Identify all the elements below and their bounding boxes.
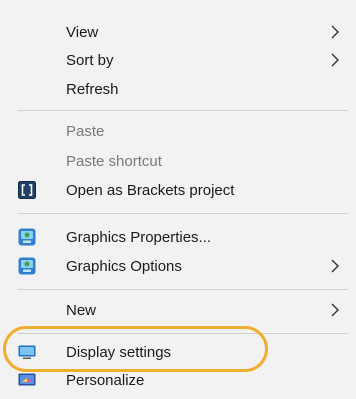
menu-item-label: New — [66, 301, 97, 319]
desktop-context-menu: View Sort by Refresh Paste Paste shortcu… — [0, 0, 356, 399]
menu-item-personalize[interactable]: Personalize — [0, 365, 356, 395]
brackets-icon — [18, 181, 36, 199]
menu-item-label: Personalize — [66, 371, 145, 389]
chevron-right-icon — [331, 259, 339, 273]
menu-item-label: View — [66, 23, 99, 41]
menu-item-paste-shortcut: Paste shortcut — [0, 146, 356, 176]
menu-item-label: Graphics Options — [66, 257, 182, 275]
menu-item-graphics-properties[interactable]: Graphics Properties... — [0, 222, 356, 252]
menu-item-label: Paste shortcut — [66, 152, 162, 170]
intel-graphics-icon — [18, 228, 36, 246]
menu-item-label: Open as Brackets project — [66, 181, 235, 199]
menu-item-label: Display settings — [66, 343, 172, 361]
menu-item-display-settings[interactable]: Display settings — [0, 337, 356, 367]
menu-item-view[interactable]: View — [0, 17, 356, 47]
menu-item-refresh[interactable]: Refresh — [0, 74, 356, 104]
menu-separator — [18, 213, 348, 214]
chevron-right-icon — [331, 25, 339, 39]
intel-graphics-icon — [18, 257, 36, 275]
menu-separator — [18, 333, 348, 334]
chevron-right-icon — [331, 303, 339, 317]
menu-separator — [18, 110, 348, 111]
menu-item-label: Graphics Properties... — [66, 228, 212, 246]
menu-item-label: Sort by — [66, 51, 114, 69]
menu-item-graphics-options[interactable]: Graphics Options — [0, 251, 356, 281]
menu-item-sort-by[interactable]: Sort by — [0, 45, 356, 75]
menu-separator — [18, 289, 348, 290]
menu-item-new[interactable]: New — [0, 295, 356, 325]
menu-item-paste: Paste — [0, 116, 356, 146]
personalize-icon — [18, 373, 36, 386]
menu-item-label: Paste — [66, 122, 105, 140]
menu-item-label: Refresh — [66, 80, 119, 98]
menu-item-open-as-brackets-project[interactable]: Open as Brackets project — [0, 175, 356, 205]
display-icon — [18, 345, 36, 359]
chevron-right-icon — [331, 53, 339, 67]
